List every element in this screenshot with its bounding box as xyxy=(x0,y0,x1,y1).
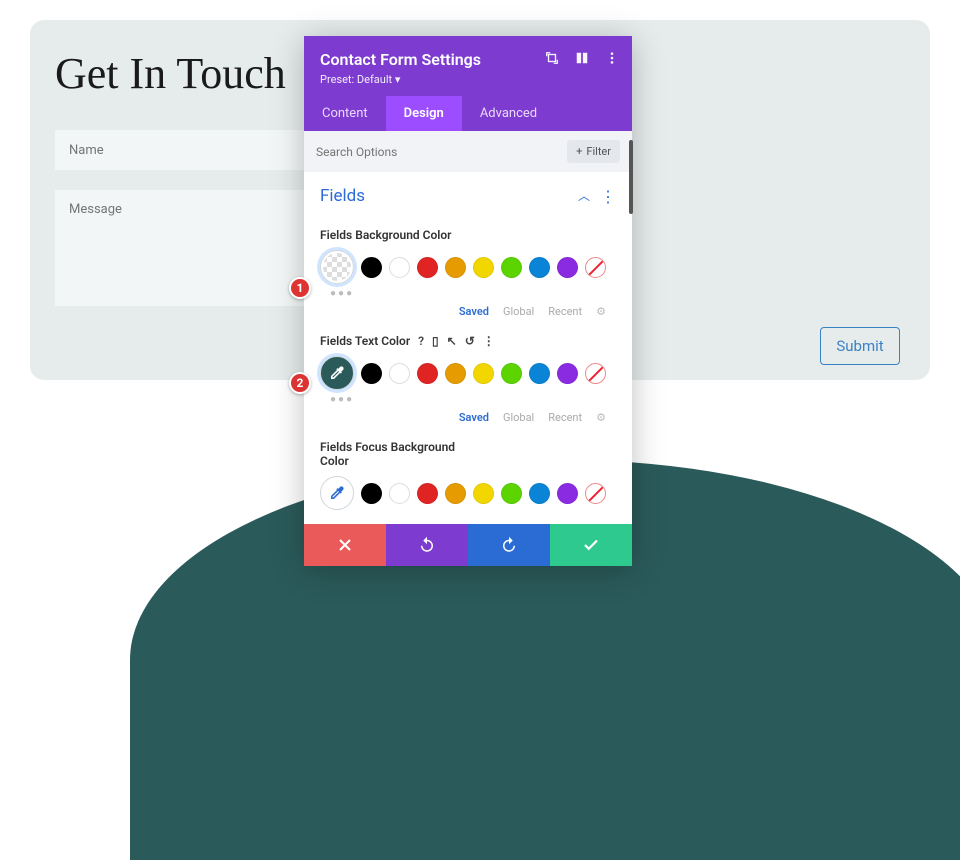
eyedropper-icon xyxy=(328,484,346,502)
more-icon[interactable] xyxy=(604,50,620,66)
swatch-purple[interactable] xyxy=(557,363,578,384)
device-icon[interactable]: ▯ xyxy=(432,334,439,348)
panel-header: Contact Form Settings Preset: Default ▾ xyxy=(304,36,632,96)
state-global[interactable]: Global xyxy=(503,305,534,318)
swatch-white[interactable] xyxy=(389,363,410,384)
swatch-blue[interactable] xyxy=(529,363,550,384)
option-label: Fields Background Color xyxy=(320,228,616,242)
callout-badge-1: 1 xyxy=(289,277,311,299)
search-bar: +Filter xyxy=(304,131,632,172)
swatch-row-focus xyxy=(320,476,616,510)
swatch-none[interactable] xyxy=(585,483,606,504)
swatch-red[interactable] xyxy=(417,363,438,384)
search-input[interactable] xyxy=(316,145,567,159)
swatch-red[interactable] xyxy=(417,483,438,504)
swatch-none[interactable] xyxy=(585,363,606,384)
section-title[interactable]: Fields xyxy=(320,186,365,206)
filter-button[interactable]: +Filter xyxy=(567,140,620,163)
tab-advanced[interactable]: Advanced xyxy=(462,96,555,131)
swatch-black[interactable] xyxy=(361,483,382,504)
option-label: Fields Text Color ? ▯ ↖ ↺ ⋮ xyxy=(320,334,616,348)
gear-icon[interactable]: ⚙ xyxy=(596,411,606,424)
callout-badge-2: 2 xyxy=(289,372,311,394)
swatch-orange[interactable] xyxy=(445,363,466,384)
settings-panel: Contact Form Settings Preset: Default ▾ … xyxy=(304,36,632,566)
plus-icon: + xyxy=(576,145,582,158)
color-state-row: Saved Global Recent ⚙ xyxy=(320,411,606,424)
chevron-up-icon[interactable]: ︿ xyxy=(578,187,590,206)
columns-icon[interactable] xyxy=(574,50,590,66)
state-saved[interactable]: Saved xyxy=(459,305,489,318)
swatch-blue[interactable] xyxy=(529,257,550,278)
cancel-button[interactable] xyxy=(304,524,386,566)
panel-footer xyxy=(304,524,632,566)
swatch-black[interactable] xyxy=(361,363,382,384)
swatch-orange[interactable] xyxy=(445,483,466,504)
preset-dropdown[interactable]: Preset: Default ▾ xyxy=(320,73,616,86)
redo-icon xyxy=(500,536,518,554)
swatch-row-bg xyxy=(320,250,616,284)
swatch-none[interactable] xyxy=(585,257,606,278)
option-fields-text: Fields Text Color ? ▯ ↖ ↺ ⋮ ●●● xyxy=(304,320,632,424)
swatch-red[interactable] xyxy=(417,257,438,278)
undo-button[interactable] xyxy=(386,524,468,566)
eyedropper-icon xyxy=(328,364,346,382)
state-global[interactable]: Global xyxy=(503,411,534,424)
swatch-yellow[interactable] xyxy=(473,483,494,504)
current-color-eyedropper[interactable] xyxy=(320,476,354,510)
save-button[interactable] xyxy=(550,524,632,566)
option-fields-focus-bg: Fields Focus Background Color xyxy=(304,426,632,524)
option-more-icon[interactable]: ⋮ xyxy=(483,334,495,348)
section-header: Fields ︿ ⋮ xyxy=(304,172,632,214)
option-label: Fields Focus Background Color xyxy=(320,440,480,468)
current-color-transparent[interactable] xyxy=(320,250,354,284)
swatch-purple[interactable] xyxy=(557,483,578,504)
option-toolbar: ? ▯ ↖ ↺ ⋮ xyxy=(418,334,495,348)
swatch-yellow[interactable] xyxy=(473,257,494,278)
tab-bar: Content Design Advanced xyxy=(304,96,632,131)
hover-icon[interactable]: ↖ xyxy=(447,334,457,348)
swatch-green[interactable] xyxy=(501,483,522,504)
page-title: Get In Touch xyxy=(55,48,286,99)
option-fields-bg: Fields Background Color ●●● Saved Global… xyxy=(304,214,632,318)
swatch-orange[interactable] xyxy=(445,257,466,278)
swatch-black[interactable] xyxy=(361,257,382,278)
swatch-blue[interactable] xyxy=(529,483,550,504)
drag-handle-icon[interactable]: ●●● xyxy=(330,394,616,405)
tab-content[interactable]: Content xyxy=(304,96,386,131)
redo-button[interactable] xyxy=(468,524,550,566)
swatch-purple[interactable] xyxy=(557,257,578,278)
panel-scrollbar[interactable] xyxy=(629,140,633,214)
current-color-eyedropper[interactable] xyxy=(320,356,354,390)
swatch-white[interactable] xyxy=(389,257,410,278)
section-more-icon[interactable]: ⋮ xyxy=(600,187,616,206)
help-icon[interactable]: ? xyxy=(418,334,424,348)
state-saved[interactable]: Saved xyxy=(459,411,489,424)
check-icon xyxy=(582,536,600,554)
submit-button[interactable]: Submit xyxy=(820,327,900,365)
swatch-green[interactable] xyxy=(501,257,522,278)
state-recent[interactable]: Recent xyxy=(548,305,582,318)
close-icon xyxy=(337,537,353,553)
drag-handle-icon[interactable]: ●●● xyxy=(330,288,616,299)
color-state-row: Saved Global Recent ⚙ xyxy=(320,305,606,318)
undo-icon xyxy=(418,536,436,554)
tab-design[interactable]: Design xyxy=(386,96,462,131)
swatch-yellow[interactable] xyxy=(473,363,494,384)
state-recent[interactable]: Recent xyxy=(548,411,582,424)
gear-icon[interactable]: ⚙ xyxy=(596,305,606,318)
swatch-white[interactable] xyxy=(389,483,410,504)
reset-icon[interactable]: ↺ xyxy=(465,334,475,348)
checker-icon xyxy=(323,253,351,281)
expand-icon[interactable] xyxy=(544,50,560,66)
swatch-green[interactable] xyxy=(501,363,522,384)
swatch-row-text xyxy=(320,356,616,390)
